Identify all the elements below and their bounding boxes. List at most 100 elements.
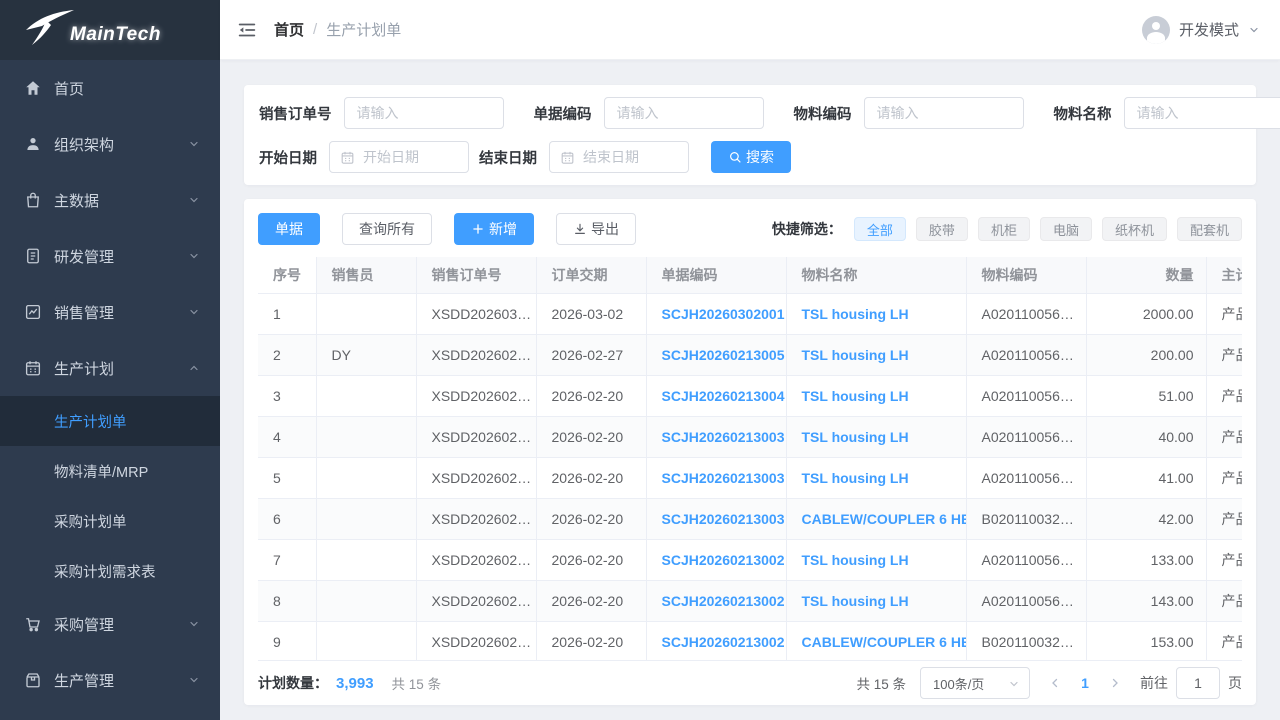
doc_code-link[interactable]: SCJH20260213002… <box>662 552 787 568</box>
cell-index: 5 <box>258 457 316 498</box>
quick-filter-tag[interactable]: 纸杯机 <box>1102 217 1167 241</box>
prev-page-button[interactable] <box>1040 667 1070 699</box>
start-date-input[interactable] <box>355 142 468 172</box>
cell-doc_code: SCJH20260213005… <box>646 334 786 375</box>
material_name-link[interactable]: CABLEW/COUPLER 6 HE <box>802 511 967 527</box>
chevron-down-icon <box>1248 24 1260 36</box>
sales-order-no-input[interactable] <box>345 98 503 128</box>
export-button[interactable]: 导出 <box>556 213 636 245</box>
sidebar-item-home[interactable]: 首页 <box>0 60 220 116</box>
cell-material_code: A020110056… <box>966 416 1086 457</box>
total-count-left: 共 15 条 <box>392 673 442 693</box>
cell-due_date: 2026-03-02 <box>536 293 646 334</box>
cell-material_code: A020110056… <box>966 293 1086 334</box>
quick-filter-tag[interactable]: 全部 <box>854 217 906 241</box>
quick-filter-tag[interactable]: 机柜 <box>978 217 1030 241</box>
search-button[interactable]: 搜索 <box>711 141 791 173</box>
quick-filter-tag[interactable]: 胶带 <box>916 217 968 241</box>
page-size-select[interactable]: 100条/页 <box>920 667 1030 699</box>
column-header-material_name: 物料名称 <box>786 257 966 293</box>
column-header-due_date: 订单交期 <box>536 257 646 293</box>
sidebar-item-org[interactable]: 组织架构 <box>0 116 220 172</box>
sidebar-item-label: 主数据 <box>54 190 188 211</box>
chevron-down-icon <box>188 194 200 206</box>
sidebar-subitem-purchase-plan-demand[interactable]: 采购计划需求表 <box>0 546 220 596</box>
cell-due_date: 2026-02-20 <box>536 580 646 621</box>
add-button[interactable]: 新增 <box>454 213 534 245</box>
cell-due_date: 2026-02-27 <box>536 334 646 375</box>
table-panel: 单据查询所有新增导出 快捷筛选： 全部胶带机柜电脑纸杯机配套机 序号销售员销售订… <box>244 199 1256 705</box>
material_name-link[interactable]: TSL housing LH <box>802 306 909 322</box>
doc-button[interactable]: 单据 <box>258 213 320 245</box>
sidebar-item-manufacture[interactable]: 生产管理 <box>0 652 220 708</box>
cell-material_name: TSL housing LH <box>786 375 966 416</box>
breadcrumb-home[interactable]: 首页 <box>274 19 304 40</box>
sidebar-item-master-data[interactable]: 主数据 <box>0 172 220 228</box>
sidebar-item-rnd[interactable]: 研发管理 <box>0 228 220 284</box>
quick-filter-tag[interactable]: 配套机 <box>1177 217 1242 241</box>
material_name-link[interactable]: TSL housing LH <box>802 552 909 568</box>
doc_code-link[interactable]: SCJH20260213002… <box>662 593 787 609</box>
cell-sales_order: XSDD202602… <box>416 621 536 661</box>
sidebar-item-label: 组织架构 <box>54 134 188 155</box>
document-icon <box>24 247 42 265</box>
sidebar-subitem-bom-mrp[interactable]: 物料清单/MRP <box>0 446 220 496</box>
table-row: 2DYXSDD202602…2026-02-27SCJH20260213005…… <box>258 334 1242 375</box>
cell-due_date: 2026-02-20 <box>536 416 646 457</box>
cell-material_code: A020110056… <box>966 457 1086 498</box>
filter-field-doc-code: 单据编码 <box>534 97 764 129</box>
material-code-input[interactable] <box>865 98 1023 128</box>
quick-filter-tag[interactable]: 电脑 <box>1040 217 1092 241</box>
table-footer: 计划数量： 3,993 共 15 条 共 15 条 100条/页 <box>258 661 1242 705</box>
material_name-link[interactable]: TSL housing LH <box>802 593 909 609</box>
sidebar-item-purchase[interactable]: 采购管理 <box>0 596 220 652</box>
filter-label: 物料编码 <box>794 103 852 124</box>
collapse-sidebar-icon[interactable] <box>236 19 258 41</box>
footer-summary: 计划数量： 3,993 共 15 条 <box>258 673 441 693</box>
material_name-link[interactable]: CABLEW/COUPLER 6 HE <box>802 634 967 650</box>
material_name-link[interactable]: TSL housing LH <box>802 347 909 363</box>
query-all-button[interactable]: 查询所有 <box>342 213 432 245</box>
cell-salesperson <box>316 621 416 661</box>
cell-index: 8 <box>258 580 316 621</box>
chevron-up-icon <box>188 362 200 374</box>
material-name-input[interactable] <box>1125 98 1280 128</box>
filter-row-text: 销售订单号单据编码物料编码物料名称 <box>259 97 1241 129</box>
material_name-link[interactable]: TSL housing LH <box>802 470 909 486</box>
doc_code-link[interactable]: SCJH20260213003… <box>662 511 787 527</box>
doc-code-input[interactable] <box>605 98 763 128</box>
next-page-button[interactable] <box>1100 667 1130 699</box>
doc_code-link[interactable]: SCJH20260213005… <box>662 347 787 363</box>
search-icon <box>728 150 742 164</box>
sidebar-item-production-plan[interactable]: 生产计划 <box>0 340 220 396</box>
sidebar-item-sales[interactable]: 销售管理 <box>0 284 220 340</box>
cell-salesperson <box>316 457 416 498</box>
doc_code-link[interactable]: SCJH20260213003… <box>662 429 787 445</box>
filter-label: 结束日期 <box>479 147 537 168</box>
goto-page-input[interactable] <box>1176 667 1220 699</box>
pagination: 共 15 条 100条/页 1 <box>856 667 1242 699</box>
end-date-input[interactable] <box>575 142 688 172</box>
sidebar-item-label: 采购管理 <box>54 614 188 635</box>
cell-due_date: 2026-02-20 <box>536 621 646 661</box>
query-all-button-label: 查询所有 <box>359 219 415 239</box>
package-icon <box>24 671 42 689</box>
toolbar-buttons: 单据 查询所有 新增导出 <box>258 213 658 245</box>
material_name-link[interactable]: TSL housing LH <box>802 429 909 445</box>
cell-plan_type: 产品 <box>1206 539 1242 580</box>
cell-material_name: CABLEW/COUPLER 6 HE <box>786 621 966 661</box>
material_name-link[interactable]: TSL housing LH <box>802 388 909 404</box>
current-page[interactable]: 1 <box>1070 675 1100 691</box>
sidebar-subitem-purchase-plan-order[interactable]: 采购计划单 <box>0 496 220 546</box>
sidebar-subitem-production-plan-order[interactable]: 生产计划单 <box>0 396 220 446</box>
user-menu[interactable]: 开发模式 <box>1142 16 1260 44</box>
filter-field-sales-order-no: 销售订单号 <box>259 97 504 129</box>
doc_code-link[interactable]: SCJH20260213003… <box>662 470 787 486</box>
doc_code-link[interactable]: SCJH20260302001… <box>662 306 787 322</box>
doc_code-link[interactable]: SCJH20260213004… <box>662 388 787 404</box>
data-table-wrap[interactable]: 序号销售员销售订单号订单交期单据编码物料名称物料编码数量主计划 1XSDD202… <box>258 257 1242 661</box>
cell-sales_order: XSDD202602… <box>416 334 536 375</box>
sidebar-subitem-label: 采购计划需求表 <box>54 561 156 582</box>
doc_code-link[interactable]: SCJH20260213002… <box>662 634 787 650</box>
filter-input-box <box>344 97 504 129</box>
